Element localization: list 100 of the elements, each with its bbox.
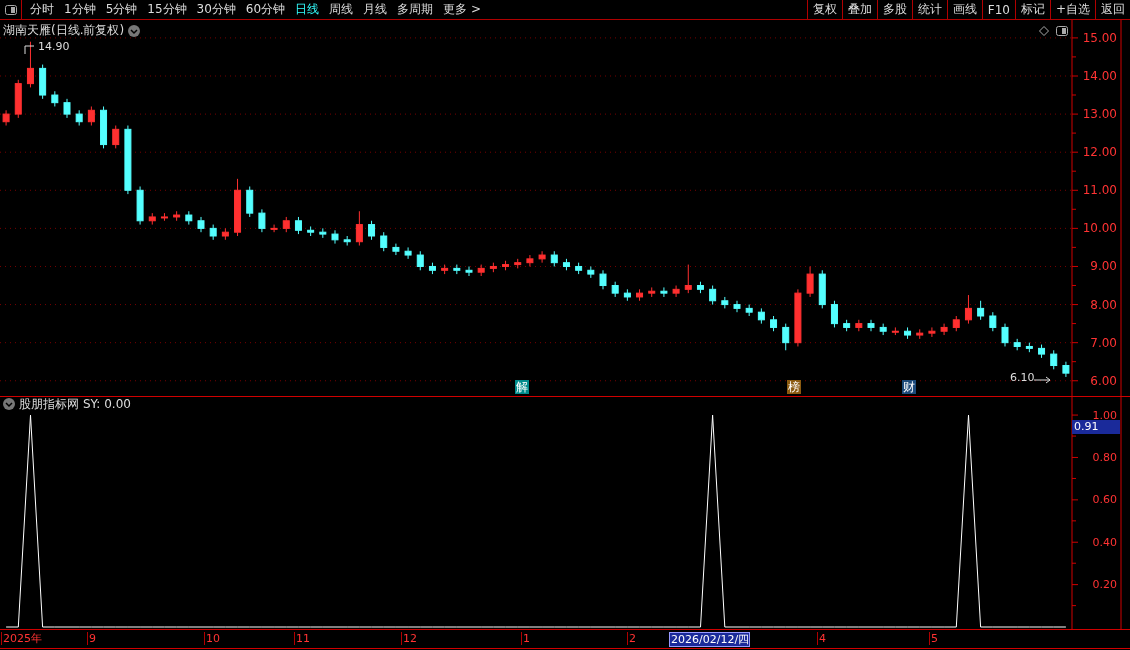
candlestick (282, 216, 290, 233)
candlestick (258, 208, 266, 233)
candlestick (1013, 338, 1021, 351)
panel-toggle-icon[interactable] (1056, 26, 1068, 36)
period-tab[interactable]: 30分钟 (192, 0, 240, 19)
candlestick (502, 260, 510, 271)
date-label: 1 (521, 632, 530, 645)
axis-label: 13.00 (1082, 107, 1117, 122)
toolbar-button[interactable]: 叠加 (841, 0, 877, 19)
candlestick (818, 269, 826, 309)
candlestick (867, 319, 875, 332)
date-label: 2025年 (1, 632, 42, 645)
toolbar-button[interactable]: 复权 (806, 0, 842, 19)
candlestick (100, 106, 108, 149)
toolbar-button[interactable]: 标记 (1014, 0, 1050, 19)
candlestick (684, 264, 692, 294)
toolbar-button[interactable]: 统计 (911, 0, 947, 19)
axis-label: 0.20 (1092, 578, 1117, 592)
candlestick (87, 106, 95, 126)
cursor-value: 0.91 (1072, 420, 1120, 434)
candlestick (855, 319, 863, 332)
candlestick (636, 288, 644, 302)
date-label: 11 (294, 632, 310, 645)
candlestick (39, 64, 47, 100)
candlestick (404, 246, 412, 260)
candlestick (745, 304, 753, 317)
period-tab[interactable]: 分时 (26, 0, 58, 19)
axis-label: 9.00 (1090, 259, 1117, 274)
period-tab[interactable]: 5分钟 (101, 0, 142, 19)
candlestick (843, 319, 851, 332)
candlestick (830, 300, 838, 328)
event-marker: 财 (902, 380, 916, 394)
dropdown-icon[interactable] (128, 24, 141, 37)
candlestick (562, 258, 570, 271)
period-tab[interactable]: 60分钟 (241, 0, 290, 19)
candlestick (879, 323, 887, 336)
candlestick (696, 281, 704, 294)
date-label: 12 (401, 632, 417, 645)
candlestick (538, 250, 546, 264)
panel-toggle-icon[interactable] (4, 4, 17, 15)
toolbar-button[interactable]: +自选 (1049, 0, 1095, 19)
toolbar-button[interactable]: 多股 (876, 0, 912, 19)
period-tab[interactable]: 日线 (291, 0, 324, 19)
period-tab[interactable]: 1分钟 (60, 0, 100, 19)
candlestick (270, 224, 278, 233)
candlestick (1001, 323, 1009, 347)
leader-line (24, 45, 35, 55)
candlestick (611, 281, 619, 298)
axis-label: 0.40 (1092, 535, 1117, 549)
candlestick (733, 300, 741, 313)
candlestick (623, 288, 631, 302)
candlestick (940, 323, 948, 336)
candlestick (173, 210, 181, 222)
event-marker: 解 (515, 380, 529, 394)
dropdown-icon[interactable] (3, 398, 15, 410)
axis-label: 6.00 (1090, 373, 1117, 388)
candlestick (234, 178, 242, 237)
indicator-title: 股朋指标网 (19, 397, 79, 411)
period-tab[interactable]: 更多 > (439, 0, 485, 19)
period-tab[interactable]: 周线 (325, 0, 358, 19)
candlestick (806, 266, 814, 298)
candlestick (197, 216, 205, 233)
axis-label: 1.00 (1092, 408, 1117, 422)
diamond-icon (1039, 26, 1049, 36)
axis-label: 8.00 (1090, 297, 1117, 312)
leader-line (1033, 376, 1051, 384)
candlestick (14, 79, 22, 119)
candlestick (891, 326, 899, 336)
axis-label: 7.00 (1090, 335, 1117, 350)
candlestick (453, 264, 461, 275)
axis-label: 12.00 (1082, 145, 1117, 160)
candlestick (307, 226, 315, 237)
candlestick (465, 266, 473, 277)
candlestick (952, 315, 960, 332)
toolbar-button[interactable]: F10 (981, 0, 1015, 19)
candlestick (1050, 349, 1058, 370)
date-label: 5 (929, 632, 938, 645)
candlestick (964, 294, 972, 325)
candlestick (331, 229, 339, 245)
indicator-reading: SY: 0.00 (83, 397, 131, 411)
candlestick (709, 285, 717, 306)
axis-label: 10.00 (1082, 221, 1117, 236)
candlestick (477, 264, 485, 277)
toolbar-button[interactable]: 返回 (1095, 0, 1130, 19)
chart-title: 湖南天雁(日线.前复权) (3, 22, 125, 39)
candlestick (319, 227, 327, 239)
toolbar-button[interactable]: 画线 (946, 0, 982, 19)
candlestick (209, 224, 217, 241)
period-tab[interactable]: 15分钟 (143, 0, 191, 19)
candlestick (441, 264, 449, 275)
candlestick (770, 315, 778, 332)
candlestick (428, 262, 436, 275)
candlestick (782, 323, 790, 351)
axis-label: 15.00 (1082, 30, 1117, 45)
period-tab[interactable]: 月线 (359, 0, 392, 19)
candlestick (136, 186, 144, 226)
axis-label: 0.80 (1092, 450, 1117, 464)
period-tab[interactable]: 多周期 (393, 0, 438, 19)
candlestick (112, 125, 120, 149)
candlestick (550, 250, 558, 267)
